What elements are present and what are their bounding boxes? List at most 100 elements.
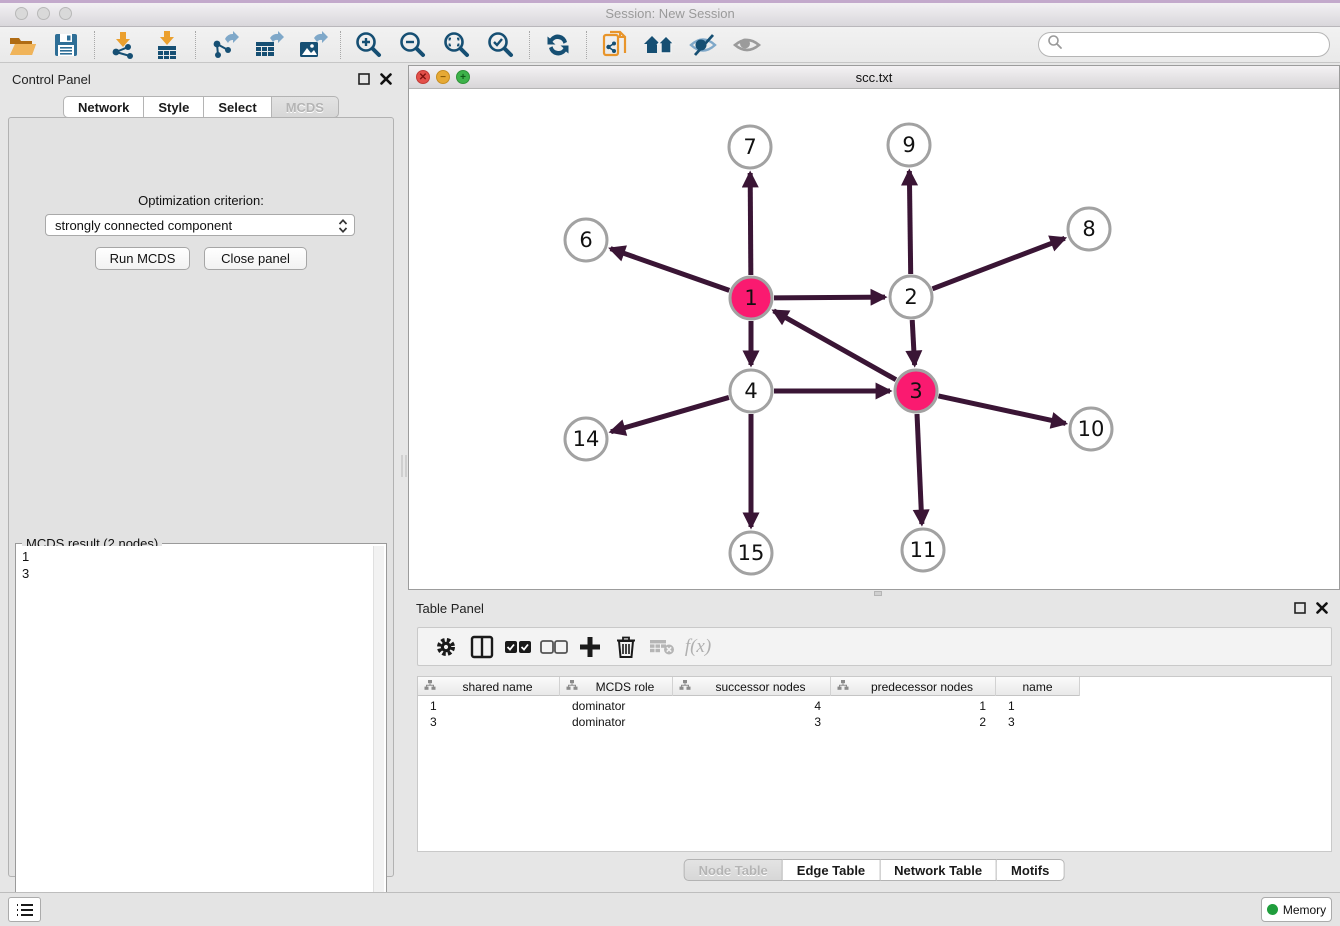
edge-1-2[interactable] xyxy=(774,297,885,298)
tab-edge-table[interactable]: Edge Table xyxy=(783,859,880,881)
toolbar-separator xyxy=(94,31,95,59)
control-panel: Control Panel NetworkStyleSelectMCDS Opt… xyxy=(0,63,402,892)
edge-3-11[interactable] xyxy=(917,414,922,524)
node-label-1: 1 xyxy=(744,286,757,310)
settings-gear-icon[interactable] xyxy=(428,632,464,662)
edge-2-9[interactable] xyxy=(909,171,910,274)
optimization-criterion-dropdown[interactable]: strongly connected component xyxy=(45,214,355,236)
run-mcds-button[interactable]: Run MCDS xyxy=(95,247,190,270)
table-cell[interactable]: 1 xyxy=(418,698,560,714)
network-window-titlebar[interactable]: ✕ − + scc.txt xyxy=(409,66,1339,89)
edge-2-8[interactable] xyxy=(932,238,1064,289)
import-table-icon[interactable] xyxy=(150,30,184,60)
control-panel-title: Control Panel xyxy=(12,72,91,87)
edge-1-6[interactable] xyxy=(611,249,730,291)
table-row[interactable]: 1dominator411 xyxy=(418,698,1080,714)
node-label-11: 11 xyxy=(910,538,937,562)
close-table-panel-icon[interactable] xyxy=(1316,601,1328,619)
tab-mcds[interactable]: MCDS xyxy=(272,96,339,118)
mcds-panel-body: Optimization criterion: strongly connect… xyxy=(8,117,394,877)
float-table-panel-icon[interactable] xyxy=(1294,601,1306,619)
table-cell[interactable]: 3 xyxy=(996,714,1080,730)
import-network-icon[interactable] xyxy=(106,30,140,60)
table-cell[interactable]: 4 xyxy=(673,698,831,714)
select-all-checkboxes-icon[interactable] xyxy=(500,632,536,662)
table-cell[interactable]: dominator xyxy=(560,714,673,730)
export-table-icon[interactable] xyxy=(251,30,285,60)
edge-3-1[interactable] xyxy=(774,311,896,380)
float-panel-icon[interactable] xyxy=(358,72,370,90)
node-table[interactable]: shared nameMCDS role successor nodesprede… xyxy=(417,676,1332,852)
column-header-predecessor-nodes[interactable]: predecessor nodes xyxy=(831,677,996,696)
mcds-result-textarea[interactable]: 1 3 xyxy=(17,546,373,922)
horizontal-splitter[interactable] xyxy=(408,590,1340,597)
memory-status-icon xyxy=(1267,904,1278,915)
zoom-out-icon[interactable] xyxy=(396,30,430,60)
table-cell[interactable]: 2 xyxy=(831,714,996,730)
toolbar-separator xyxy=(340,31,341,59)
edge-2-3[interactable] xyxy=(912,320,914,365)
table-toolbar: f(x) xyxy=(417,627,1332,666)
search-icon xyxy=(1047,34,1063,55)
deselect-all-checkboxes-icon[interactable] xyxy=(536,632,572,662)
new-network-from-selection-icon[interactable] xyxy=(598,30,632,60)
hierarchy-icon xyxy=(424,679,436,694)
toolbar-separator xyxy=(586,31,587,59)
column-header-name[interactable]: name xyxy=(996,677,1080,696)
zoom-in-icon[interactable] xyxy=(352,30,386,60)
search-input[interactable] xyxy=(1063,38,1313,52)
column-header-successor-nodes[interactable]: successor nodes xyxy=(673,677,831,696)
column-label: successor nodes xyxy=(691,680,830,694)
table-cell[interactable]: dominator xyxy=(560,698,673,714)
delete-table-icon xyxy=(644,632,680,662)
node-label-6: 6 xyxy=(579,228,592,252)
table-cell[interactable]: 1 xyxy=(831,698,996,714)
first-neighbors-icon[interactable] xyxy=(642,30,676,60)
edge-1-7[interactable] xyxy=(750,173,751,275)
delete-column-icon[interactable] xyxy=(608,632,644,662)
network-graph-canvas[interactable]: 7968124314101511 xyxy=(409,89,1339,589)
tab-node-table[interactable]: Node Table xyxy=(684,859,783,881)
close-panel-icon[interactable] xyxy=(380,72,392,90)
column-header-MCDS-role[interactable]: MCDS role xyxy=(560,677,673,696)
edge-3-10[interactable] xyxy=(938,396,1065,424)
task-history-button[interactable] xyxy=(8,897,41,922)
network-window-title: scc.txt xyxy=(409,70,1339,85)
refresh-icon[interactable] xyxy=(541,30,575,60)
vertical-splitter-handle[interactable] xyxy=(401,455,407,477)
tab-network[interactable]: Network xyxy=(63,96,144,118)
close-panel-button[interactable]: Close panel xyxy=(204,247,307,270)
dropdown-stepper-icon xyxy=(337,217,349,238)
tab-motifs[interactable]: Motifs xyxy=(997,859,1064,881)
hierarchy-icon xyxy=(679,679,691,694)
search-field[interactable] xyxy=(1038,32,1330,57)
tab-network-table[interactable]: Network Table xyxy=(880,859,997,881)
memory-button[interactable]: Memory xyxy=(1261,897,1332,922)
mcds-result-scrollbar[interactable] xyxy=(373,546,384,906)
edge-4-14[interactable] xyxy=(611,397,729,431)
splitter-handle[interactable] xyxy=(874,591,882,596)
save-session-icon[interactable] xyxy=(49,30,83,60)
table-cell[interactable]: 1 xyxy=(996,698,1080,714)
table-cell[interactable]: 3 xyxy=(418,714,560,730)
add-column-icon[interactable] xyxy=(572,632,608,662)
table-tabstrip: Node TableEdge TableNetwork TableMotifs xyxy=(684,859,1065,881)
open-session-icon[interactable] xyxy=(5,30,39,60)
export-network-icon[interactable] xyxy=(207,30,241,60)
column-header-shared-name[interactable]: shared name xyxy=(418,677,560,696)
hierarchy-icon xyxy=(837,679,849,694)
zoom-fit-icon[interactable] xyxy=(440,30,474,60)
node-label-9: 9 xyxy=(902,133,915,157)
node-label-14: 14 xyxy=(573,427,600,451)
main-toolbar xyxy=(0,27,1340,63)
tab-style[interactable]: Style xyxy=(144,96,204,118)
table-row[interactable]: 3dominator323 xyxy=(418,714,1080,730)
split-columns-icon[interactable] xyxy=(464,632,500,662)
tab-select[interactable]: Select xyxy=(204,96,271,118)
zoom-selected-icon[interactable] xyxy=(484,30,518,60)
show-all-eye-icon[interactable] xyxy=(730,30,764,60)
export-image-icon[interactable] xyxy=(295,30,329,60)
table-panel: Table Panel f(x) shared nameMCDS rolesuc… xyxy=(408,597,1340,886)
hide-selected-eye-icon[interactable] xyxy=(686,30,720,60)
table-cell[interactable]: 3 xyxy=(673,714,831,730)
